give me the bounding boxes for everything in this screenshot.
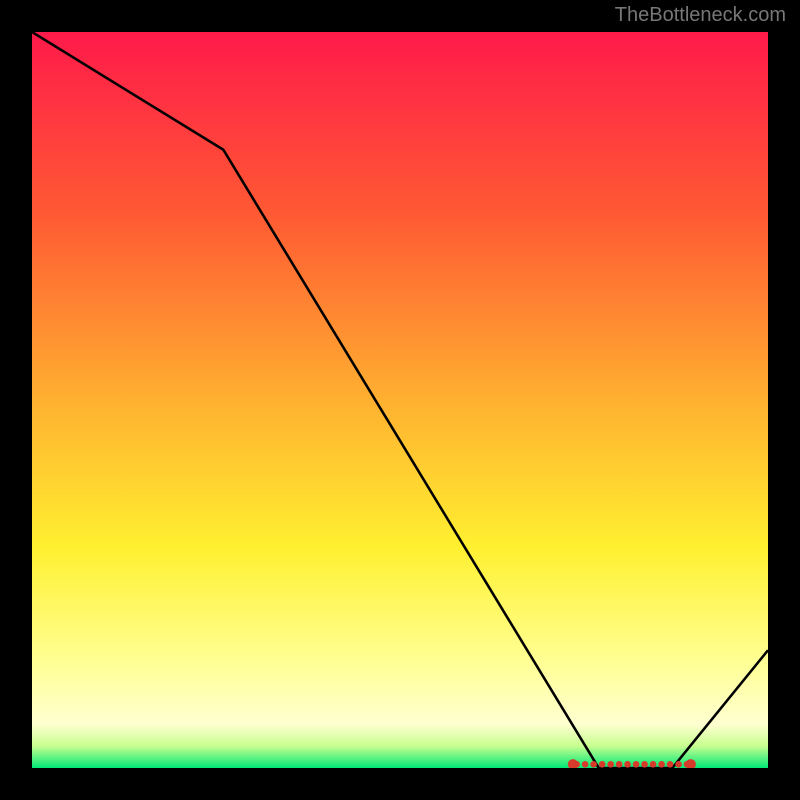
chart-curve: [32, 32, 768, 768]
attribution-text: TheBottleneck.com: [615, 4, 786, 27]
chart-plot-area: [32, 32, 768, 768]
bottleneck-line: [32, 32, 768, 768]
optimal-band-marker: [568, 759, 696, 768]
